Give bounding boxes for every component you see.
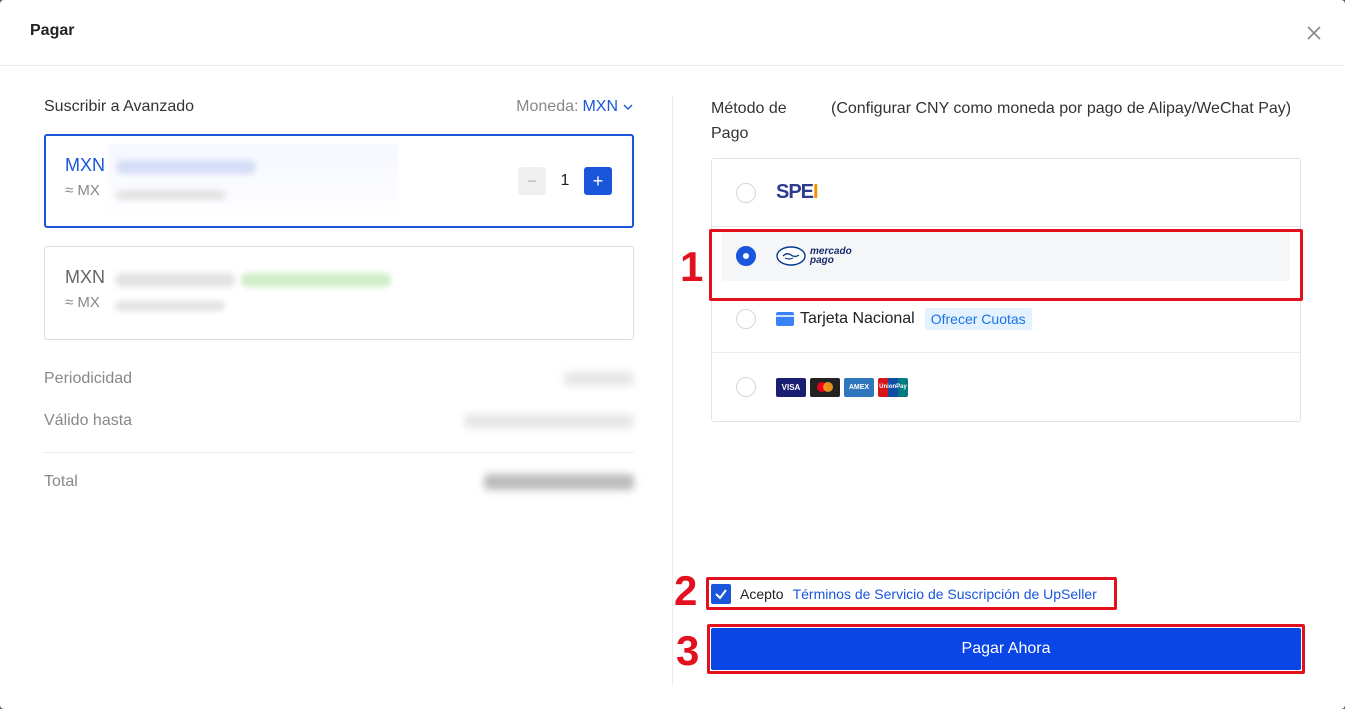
tarjeta-nacional-label: Tarjeta Nacional	[800, 309, 915, 327]
radio-button[interactable]	[736, 308, 756, 329]
amex-icon: AMEX	[844, 377, 874, 397]
visa-icon: VISA	[776, 377, 806, 397]
total-row: Total	[44, 473, 634, 491]
periodicity-row: Periodicidad	[44, 368, 634, 390]
plan-option[interactable]: MXN ≈ MX	[44, 246, 634, 340]
payment-method-title: Método de Pago	[711, 100, 787, 142]
radio-button-selected[interactable]	[736, 246, 756, 266]
unionpay-icon: UnionPay	[878, 377, 908, 397]
subscribe-header: Suscribir a Avanzado Moneda: MXN	[44, 96, 634, 118]
currency-value: MXN	[582, 98, 618, 115]
redacted-text	[115, 273, 235, 287]
decrement-button[interactable]: −	[518, 167, 546, 195]
annotation-number-3: 3	[676, 627, 700, 674]
handshake-icon	[776, 246, 806, 266]
mastercard-icon	[810, 377, 840, 397]
spei-logo-text: SPE	[776, 181, 814, 203]
valid-until-row: Válido hasta	[44, 410, 634, 432]
payment-method-column: Método de Pago (Configurar CNY como mone…	[711, 96, 1301, 422]
payment-option-mercado-pago[interactable]: mercado pago	[722, 231, 1290, 281]
radio-button[interactable]	[736, 377, 756, 397]
redacted-value	[564, 372, 634, 386]
currency-label: Moneda:	[516, 98, 579, 115]
redacted-area	[107, 251, 397, 327]
annotation-number-2: 2	[674, 567, 698, 614]
payment-modal: Pagar Suscribir a Avanzado Moneda: MXN M…	[0, 0, 1345, 709]
card-icon	[776, 311, 794, 326]
redacted-value	[464, 414, 634, 428]
modal-title: Pagar	[30, 22, 75, 39]
spei-logo: SPEI	[776, 181, 819, 204]
plan-column: Suscribir a Avanzado Moneda: MXN MXN ≈ M…	[44, 96, 634, 491]
terms-prefix: Acepto	[740, 586, 784, 602]
plan-option-selected[interactable]: MXN ≈ MX − 1 +	[44, 134, 634, 228]
check-icon	[715, 589, 727, 600]
payment-method-note: (Configurar CNY como moneda por pago de …	[831, 100, 1292, 117]
valid-until-label: Válido hasta	[44, 412, 133, 429]
payment-option-international-cards[interactable]: VISA AMEX UnionPay	[712, 353, 1300, 421]
redacted-text	[115, 301, 225, 311]
mercado-pago-logo: mercado pago	[776, 246, 852, 266]
payment-method-header: Método de Pago (Configurar CNY como mone…	[711, 96, 1301, 146]
card-brands: VISA AMEX UnionPay	[776, 377, 908, 397]
chevron-down-icon	[623, 104, 633, 110]
quantity-value: 1	[560, 172, 570, 189]
redacted-badge	[241, 273, 391, 287]
terms-link[interactable]: Términos de Servicio de Suscripción de U…	[793, 586, 1097, 602]
terms-row: Acepto Términos de Servicio de Suscripci…	[711, 584, 1097, 604]
increment-button[interactable]: +	[584, 167, 612, 195]
quantity-stepper: − 1 +	[518, 167, 612, 195]
payment-options: SPEI mercado pago Tarjeta Nacional Ofrece	[711, 158, 1301, 422]
mercado-pago-logo-line2: pago	[810, 255, 834, 266]
column-divider	[672, 96, 673, 686]
redacted-area	[108, 144, 398, 220]
divider	[44, 452, 634, 453]
payment-option-spei[interactable]: SPEI	[712, 159, 1300, 227]
redacted-text	[116, 160, 256, 174]
periodicity-label: Periodicidad	[44, 370, 133, 387]
redacted-total	[484, 474, 634, 490]
close-icon[interactable]	[1305, 24, 1323, 42]
total-label: Total	[44, 473, 78, 490]
installments-badge: Ofrecer Cuotas	[924, 307, 1032, 330]
spei-logo-text-accent: I	[813, 181, 818, 203]
payment-option-tarjeta-nacional[interactable]: Tarjeta Nacional Ofrecer Cuotas	[712, 285, 1300, 353]
pay-now-button[interactable]: Pagar Ahora	[711, 628, 1301, 670]
currency-selector[interactable]: Moneda: MXN	[516, 98, 634, 116]
terms-checkbox[interactable]	[711, 584, 731, 604]
radio-button[interactable]	[736, 182, 756, 203]
subscribe-label: Suscribir a Avanzado	[44, 98, 195, 115]
modal-header: Pagar	[0, 0, 1345, 66]
redacted-text	[116, 190, 226, 200]
annotation-number-1: 1	[680, 243, 704, 290]
